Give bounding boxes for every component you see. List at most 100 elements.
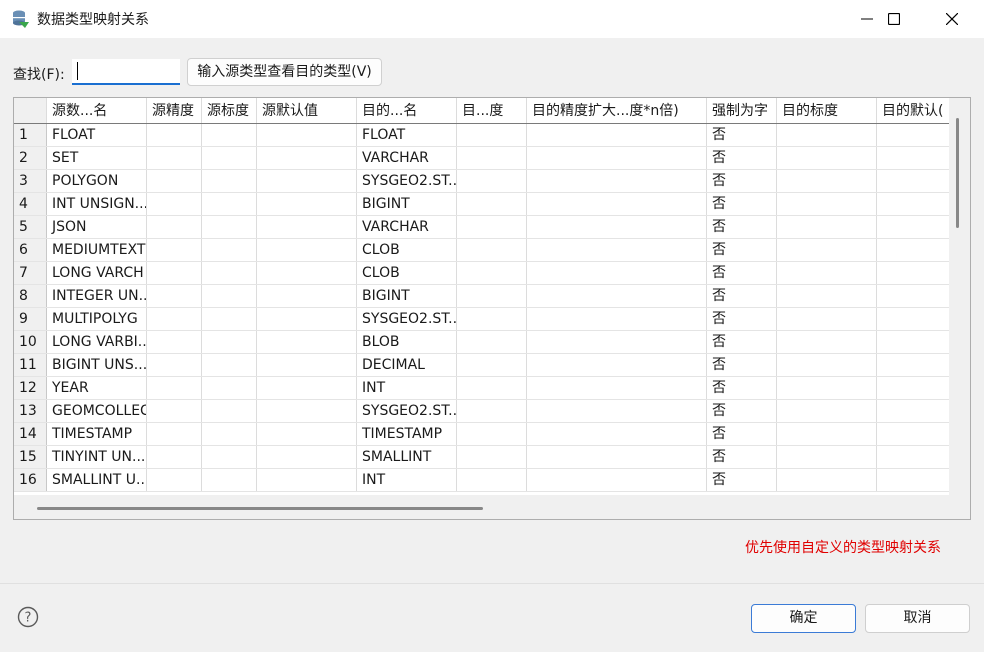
empty-cell[interactable] [457,124,527,146]
force-char-cell[interactable]: 否 [707,285,777,307]
table-row[interactable]: 5 JSON VARCHAR 否 [14,216,949,239]
empty-cell[interactable] [202,285,257,307]
empty-cell[interactable] [147,423,202,445]
empty-cell[interactable] [777,400,877,422]
empty-cell[interactable] [777,377,877,399]
empty-cell[interactable] [202,469,257,491]
empty-cell[interactable] [202,147,257,169]
target-type-cell[interactable]: BLOB [357,331,457,353]
column-header[interactable]: 源精度 [147,98,202,123]
table-row[interactable]: 9 MULTIPOLYG SYSGEO2.ST.. 否 [14,308,949,331]
empty-cell[interactable] [877,354,949,376]
empty-cell[interactable] [877,193,949,215]
empty-cell[interactable] [457,354,527,376]
target-type-cell[interactable]: INT [357,469,457,491]
column-header[interactable]: 目...度 [457,98,527,123]
empty-cell[interactable] [457,262,527,284]
source-type-cell[interactable]: TINYINT UN... [47,446,147,468]
force-char-cell[interactable]: 否 [707,216,777,238]
empty-cell[interactable] [527,262,707,284]
empty-cell[interactable] [147,193,202,215]
target-type-cell[interactable]: INT [357,377,457,399]
empty-cell[interactable] [147,285,202,307]
table-row[interactable]: 10 LONG VARBI... BLOB 否 [14,331,949,354]
empty-cell[interactable] [257,193,357,215]
empty-cell[interactable] [147,331,202,353]
empty-cell[interactable] [777,446,877,468]
empty-cell[interactable] [877,469,949,491]
empty-cell[interactable] [457,308,527,330]
empty-cell[interactable] [202,239,257,261]
target-type-cell[interactable]: CLOB [357,262,457,284]
empty-cell[interactable] [777,308,877,330]
table-row[interactable]: 8 INTEGER UN... BIGINT 否 [14,285,949,308]
column-header[interactable]: 目的精度扩大...度*n倍) [527,98,707,123]
source-type-cell[interactable]: SMALLINT U... [47,469,147,491]
ok-button[interactable]: 确定 [751,604,856,633]
empty-cell[interactable] [202,446,257,468]
empty-cell[interactable] [877,170,949,192]
force-char-cell[interactable]: 否 [707,377,777,399]
empty-cell[interactable] [257,400,357,422]
empty-cell[interactable] [457,423,527,445]
empty-cell[interactable] [202,331,257,353]
empty-cell[interactable] [777,262,877,284]
horizontal-scrollbar[interactable] [37,507,483,510]
target-type-cell[interactable]: BIGINT [357,285,457,307]
empty-cell[interactable] [257,216,357,238]
empty-cell[interactable] [877,239,949,261]
help-icon[interactable]: ? [17,606,39,628]
table-row[interactable]: 7 LONG VARCH CLOB 否 [14,262,949,285]
empty-cell[interactable] [457,193,527,215]
empty-cell[interactable] [457,469,527,491]
source-type-cell[interactable]: LONG VARBI... [47,331,147,353]
force-char-cell[interactable]: 否 [707,170,777,192]
empty-cell[interactable] [457,239,527,261]
empty-cell[interactable] [147,308,202,330]
empty-cell[interactable] [147,147,202,169]
table-row[interactable]: 14 TIMESTAMP TIMESTAMP 否 [14,423,949,446]
empty-cell[interactable] [527,354,707,376]
close-button[interactable] [929,0,975,38]
cancel-button[interactable]: 取消 [865,604,970,633]
table-row[interactable]: 12 YEAR INT 否 [14,377,949,400]
empty-cell[interactable] [202,170,257,192]
empty-cell[interactable] [527,124,707,146]
empty-cell[interactable] [527,423,707,445]
target-type-cell[interactable]: SYSGEO2.ST.. [357,308,457,330]
target-type-cell[interactable]: SYSGEO2.ST.. [357,400,457,422]
empty-cell[interactable] [777,239,877,261]
empty-cell[interactable] [147,239,202,261]
empty-cell[interactable] [877,377,949,399]
source-type-cell[interactable]: INTEGER UN... [47,285,147,307]
empty-cell[interactable] [457,216,527,238]
column-header[interactable]: 强制为字 [707,98,777,123]
empty-cell[interactable] [257,354,357,376]
source-type-cell[interactable]: LONG VARCH [47,262,147,284]
empty-cell[interactable] [457,331,527,353]
column-header[interactable]: 源数...名 [47,98,147,123]
empty-cell[interactable] [202,262,257,284]
empty-cell[interactable] [457,446,527,468]
empty-cell[interactable] [777,124,877,146]
table-row[interactable]: 6 MEDIUMTEXT CLOB 否 [14,239,949,262]
empty-cell[interactable] [147,400,202,422]
empty-cell[interactable] [777,216,877,238]
empty-cell[interactable] [257,124,357,146]
empty-cell[interactable] [257,377,357,399]
empty-cell[interactable] [147,124,202,146]
empty-cell[interactable] [257,423,357,445]
empty-cell[interactable] [877,331,949,353]
empty-cell[interactable] [877,285,949,307]
empty-cell[interactable] [777,285,877,307]
empty-cell[interactable] [147,377,202,399]
empty-cell[interactable] [202,193,257,215]
force-char-cell[interactable]: 否 [707,147,777,169]
target-type-cell[interactable]: BIGINT [357,193,457,215]
empty-cell[interactable] [257,147,357,169]
table-row[interactable]: 4 INT UNSIGN... BIGINT 否 [14,193,949,216]
empty-cell[interactable] [257,285,357,307]
empty-cell[interactable] [202,400,257,422]
column-header[interactable]: 源标度 [202,98,257,123]
source-type-cell[interactable]: MEDIUMTEXT [47,239,147,261]
